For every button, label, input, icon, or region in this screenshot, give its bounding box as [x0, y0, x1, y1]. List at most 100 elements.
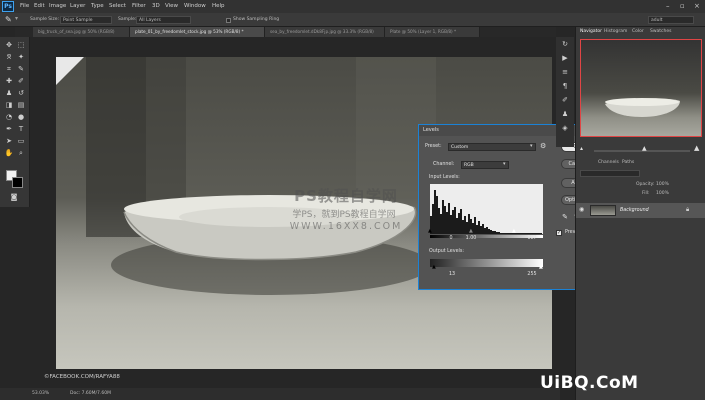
sample-select[interactable]: All Layers: [136, 16, 191, 24]
tab-channels[interactable]: Channels: [598, 160, 619, 165]
menu-help[interactable]: Help: [212, 3, 225, 9]
shape-tool-icon[interactable]: ▭: [16, 137, 26, 146]
history-icon[interactable]: ↻: [560, 39, 570, 49]
quick-mask-icon[interactable]: ◙: [9, 193, 19, 202]
workspace-select[interactable]: adult: [648, 16, 694, 24]
layer-row-background[interactable]: ◉ Background 🔒︎: [576, 203, 705, 218]
move-tool-icon[interactable]: ✥: [4, 41, 14, 50]
gear-icon[interactable]: ⚙: [540, 142, 546, 150]
menu-file[interactable]: File: [20, 3, 29, 9]
options-bar: ✎ ▾ Sample Size: Point Sample Sample: Al…: [0, 13, 705, 27]
zoom-out-icon[interactable]: ▴: [580, 145, 583, 152]
input-white-value[interactable]: 187: [525, 236, 539, 241]
output-black-value[interactable]: 13: [445, 272, 459, 277]
eyedropper-tool-icon[interactable]: ✎: [16, 65, 26, 74]
sample-size-select[interactable]: Point Sample: [60, 16, 112, 24]
clone-source-icon[interactable]: ♟: [560, 109, 570, 119]
opacity-value[interactable]: 100%: [656, 182, 669, 187]
close-icon[interactable]: ×: [694, 2, 700, 10]
tab-histogram[interactable]: Histogram: [604, 29, 627, 34]
watermark-subtitle: 学PS，就到PS教程自学网: [292, 210, 396, 220]
levels-dialog: Levels × Preset: Custom ▾ ⚙ Channel: RGB…: [418, 124, 600, 290]
layers-icon[interactable]: ◈: [560, 123, 570, 133]
right-panels: Navigator Histogram Color Swatches ▲ ▴ ▲…: [575, 27, 705, 400]
input-black-value[interactable]: 0: [444, 236, 458, 241]
output-white-value[interactable]: 255: [525, 272, 539, 277]
output-levels-label: Output Levels:: [429, 249, 464, 254]
photoshop-logo: Ps: [2, 1, 14, 12]
marquee-tool-icon[interactable]: ⬚: [16, 41, 26, 50]
menu-image[interactable]: Image: [49, 3, 66, 9]
channel-select[interactable]: RGB: [461, 161, 509, 169]
lasso-tool-icon[interactable]: ᘝ: [4, 53, 14, 62]
opacity-label: Opacity:: [636, 182, 655, 187]
hand-tool-icon[interactable]: ✋: [4, 149, 14, 158]
menu-layer[interactable]: Layer: [70, 3, 85, 9]
brush-preset-icon[interactable]: ✐: [560, 95, 570, 105]
gamma-handle[interactable]: ▲: [469, 228, 473, 234]
doc-tab[interactable]: sea_by_freedomlet.dDk8Fjp.jpg @ 33.3% (R…: [265, 27, 385, 37]
healing-tool-icon[interactable]: ✚: [4, 77, 14, 86]
stamp-tool-icon[interactable]: ♟: [4, 89, 14, 98]
output-black-handle[interactable]: ▲: [432, 264, 436, 270]
magic-wand-icon[interactable]: ✦: [16, 53, 26, 62]
paragraph-icon[interactable]: ¶: [560, 81, 570, 91]
doc-tab[interactable]: big_truck_of_sea.jpg @ 50% (RGB/8): [33, 27, 130, 37]
tab-color[interactable]: Color: [632, 29, 644, 34]
navigator-view-frame[interactable]: [580, 39, 702, 137]
menu-view[interactable]: View: [165, 3, 178, 9]
zoom-slider-handle[interactable]: ▲: [642, 145, 647, 152]
black-eyedropper-icon[interactable]: ✎: [561, 213, 569, 221]
layer-filter-select[interactable]: [580, 170, 640, 177]
white-point-handle[interactable]: ▲: [512, 228, 516, 234]
menu-bar: Ps File Edit Image Layer Type Select Fil…: [0, 0, 705, 13]
output-gradient-slider[interactable]: [430, 259, 543, 267]
preset-select[interactable]: Custom: [448, 143, 536, 151]
doc-info: Doc: 7.60M/7.60M: [70, 391, 111, 396]
fill-value[interactable]: 100%: [656, 191, 669, 196]
gradient-tool-icon[interactable]: ▤: [16, 101, 26, 110]
eraser-tool-icon[interactable]: ◨: [4, 101, 14, 110]
adjust-icon[interactable]: ≡: [560, 67, 570, 77]
eye-icon[interactable]: ◉: [579, 206, 584, 213]
layer-thumbnail: [590, 205, 616, 216]
menu-window[interactable]: Window: [184, 3, 206, 9]
zoom-tool-icon[interactable]: ⌕: [16, 149, 26, 158]
black-point-handle[interactable]: ▲: [428, 228, 432, 234]
input-gamma-value[interactable]: 1.00: [459, 236, 483, 241]
show-ring-checkbox[interactable]: [226, 18, 231, 23]
output-white-handle[interactable]: ▲: [539, 264, 543, 270]
menu-type[interactable]: Type: [91, 3, 104, 9]
maximize-icon[interactable]: ▫: [680, 2, 685, 10]
sample-label: Sample:: [118, 17, 137, 22]
brush-tool-icon[interactable]: ✐: [16, 77, 26, 86]
menu-select[interactable]: Select: [109, 3, 126, 9]
menu-filter[interactable]: Filter: [132, 3, 146, 9]
history-brush-icon[interactable]: ↺: [16, 89, 26, 98]
crop-tool-icon[interactable]: ⌗: [4, 65, 14, 74]
background-color-swatch[interactable]: [12, 177, 23, 188]
eyedropper-icon[interactable]: ✎: [5, 15, 12, 24]
zoom-level[interactable]: 53.03%: [32, 391, 49, 396]
dodge-tool-icon[interactable]: ●: [16, 113, 26, 122]
zoom-in-icon[interactable]: ▲: [694, 144, 699, 152]
doc-tab[interactable]: Plate @ 50% (Layer 1, RGB/8) *: [385, 27, 480, 37]
doc-tab-active[interactable]: plate_01_by_freedomlet_stock.jpg @ 53% (…: [130, 27, 265, 37]
tab-paths[interactable]: Paths: [622, 160, 634, 165]
preset-label: Preset:: [425, 144, 442, 149]
type-tool-icon[interactable]: T: [16, 125, 26, 134]
fill-label: Fill:: [642, 191, 650, 196]
play-icon[interactable]: ▶: [560, 53, 570, 63]
blur-tool-icon[interactable]: ◔: [4, 113, 14, 122]
tab-navigator[interactable]: Navigator: [580, 29, 602, 34]
menu-edit[interactable]: Edit: [34, 3, 45, 9]
pen-tool-icon[interactable]: ✒: [4, 125, 14, 134]
chevron-down-icon[interactable]: ▾: [15, 15, 18, 22]
tab-swatches[interactable]: Swatches: [650, 29, 672, 34]
layer-name[interactable]: Background: [620, 208, 649, 213]
path-select-icon[interactable]: ➤: [4, 137, 14, 146]
menu-3d[interactable]: 3D: [152, 3, 160, 9]
minimize-icon[interactable]: –: [666, 2, 670, 10]
chevron-down-icon: ▾: [503, 161, 506, 167]
preview-checkbox[interactable]: ✓: [556, 230, 562, 236]
